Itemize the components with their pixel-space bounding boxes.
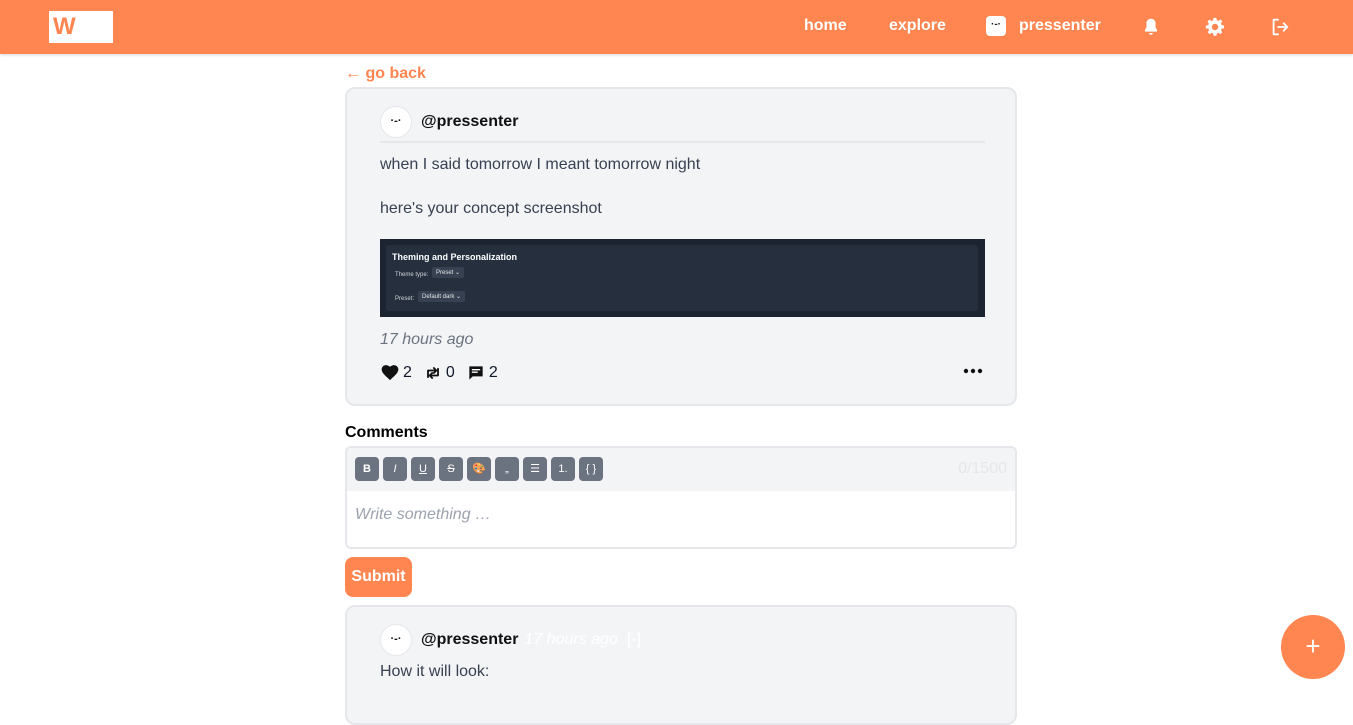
repost-count: 0 (445, 364, 455, 381)
submit-button[interactable]: Submit (345, 557, 412, 597)
post-text-line: here's your concept screenshot (380, 200, 602, 217)
collapse-comment-toggle[interactable]: [-] (627, 631, 641, 649)
avatar-face: ·-· (991, 19, 1001, 30)
post-attached-screenshot[interactable]: Theming and Personalization Theme type: … (380, 239, 985, 317)
repost-button[interactable]: 0 (423, 363, 455, 383)
nav-home-link[interactable]: home (804, 16, 847, 36)
heart-icon (381, 365, 399, 381)
author-avatar[interactable]: ·-· (380, 106, 412, 138)
new-post-button[interactable]: + (1281, 615, 1345, 679)
comment-author-name[interactable]: @pressenter (421, 631, 518, 649)
post-card: ·-· @pressenter when I said tomorrow I m… (345, 87, 1017, 406)
comment-count-button[interactable]: 2 (466, 363, 498, 383)
comment-editor: B I U S 🎨 „ ☰ 1. { } 0/1500 Write someth… (345, 446, 1017, 549)
character-count: 0/1500 (958, 460, 1007, 477)
post-author-row: ·-· @pressenter (380, 106, 518, 138)
strikethrough-button[interactable]: S (439, 457, 463, 481)
post-actions: 2 0 2 (380, 363, 509, 383)
app-logo[interactable]: W (49, 11, 113, 43)
post-timestamp: 17 hours ago (380, 331, 474, 348)
top-navbar: W home explore ·-· pressenter (0, 0, 1353, 54)
nav-user-profile-link[interactable]: ·-· pressenter (986, 16, 1101, 36)
comment-text: How it will look: (380, 663, 490, 680)
quote-button[interactable]: „ (495, 457, 519, 481)
screenshot-preset-label: Preset: (395, 296, 415, 302)
gear-icon[interactable] (1204, 16, 1226, 38)
more-options-icon[interactable] (961, 359, 985, 383)
nav-explore-link[interactable]: explore (889, 16, 946, 36)
repost-icon (426, 367, 439, 379)
go-back-link[interactable]: ← go back (345, 64, 426, 84)
screenshot-panel: Theming and Personalization Theme type: … (386, 245, 978, 311)
comments-heading: Comments (345, 424, 428, 441)
numbered-list-button[interactable]: 1. (551, 457, 575, 481)
nav-username: pressenter (1019, 17, 1101, 34)
post-author-name[interactable]: @pressenter (421, 113, 518, 131)
comment-timestamp: 17 hours ago (524, 631, 618, 648)
comment-input[interactable]: Write something … (355, 506, 995, 524)
screenshot-preset-select: Default dark ⌄ (418, 291, 466, 302)
comment-count: 2 (488, 364, 498, 381)
like-button[interactable]: 2 (380, 363, 412, 383)
editor-toolbar: B I U S 🎨 „ ☰ 1. { } 0/1500 (347, 448, 1015, 491)
comment-card: ·-· @pressenter 17 hours ago [-] How it … (345, 605, 1017, 725)
logout-icon[interactable] (1269, 16, 1291, 38)
bold-button[interactable]: B (355, 457, 379, 481)
screenshot-theme-type-select: Preset ⌄ (432, 267, 465, 278)
bullet-list-button[interactable]: ☰ (523, 457, 547, 481)
screenshot-title: Theming and Personalization (392, 252, 518, 262)
comment-icon (469, 366, 483, 380)
screenshot-theme-type-label: Theme type: (395, 272, 429, 278)
bell-icon[interactable] (1140, 16, 1162, 38)
code-block-button[interactable]: { } (579, 457, 603, 481)
color-palette-button[interactable]: 🎨 (467, 457, 491, 481)
user-avatar: ·-· (986, 16, 1006, 36)
comment-header: ·-· @pressenter 17 hours ago [-] (380, 624, 641, 656)
post-divider (380, 141, 985, 143)
post-text-line: when I said tomorrow I meant tomorrow ni… (380, 156, 701, 173)
comment-author-avatar[interactable]: ·-· (380, 624, 412, 656)
italic-button[interactable]: I (383, 457, 407, 481)
like-count: 2 (403, 364, 412, 381)
underline-button[interactable]: U (411, 457, 435, 481)
